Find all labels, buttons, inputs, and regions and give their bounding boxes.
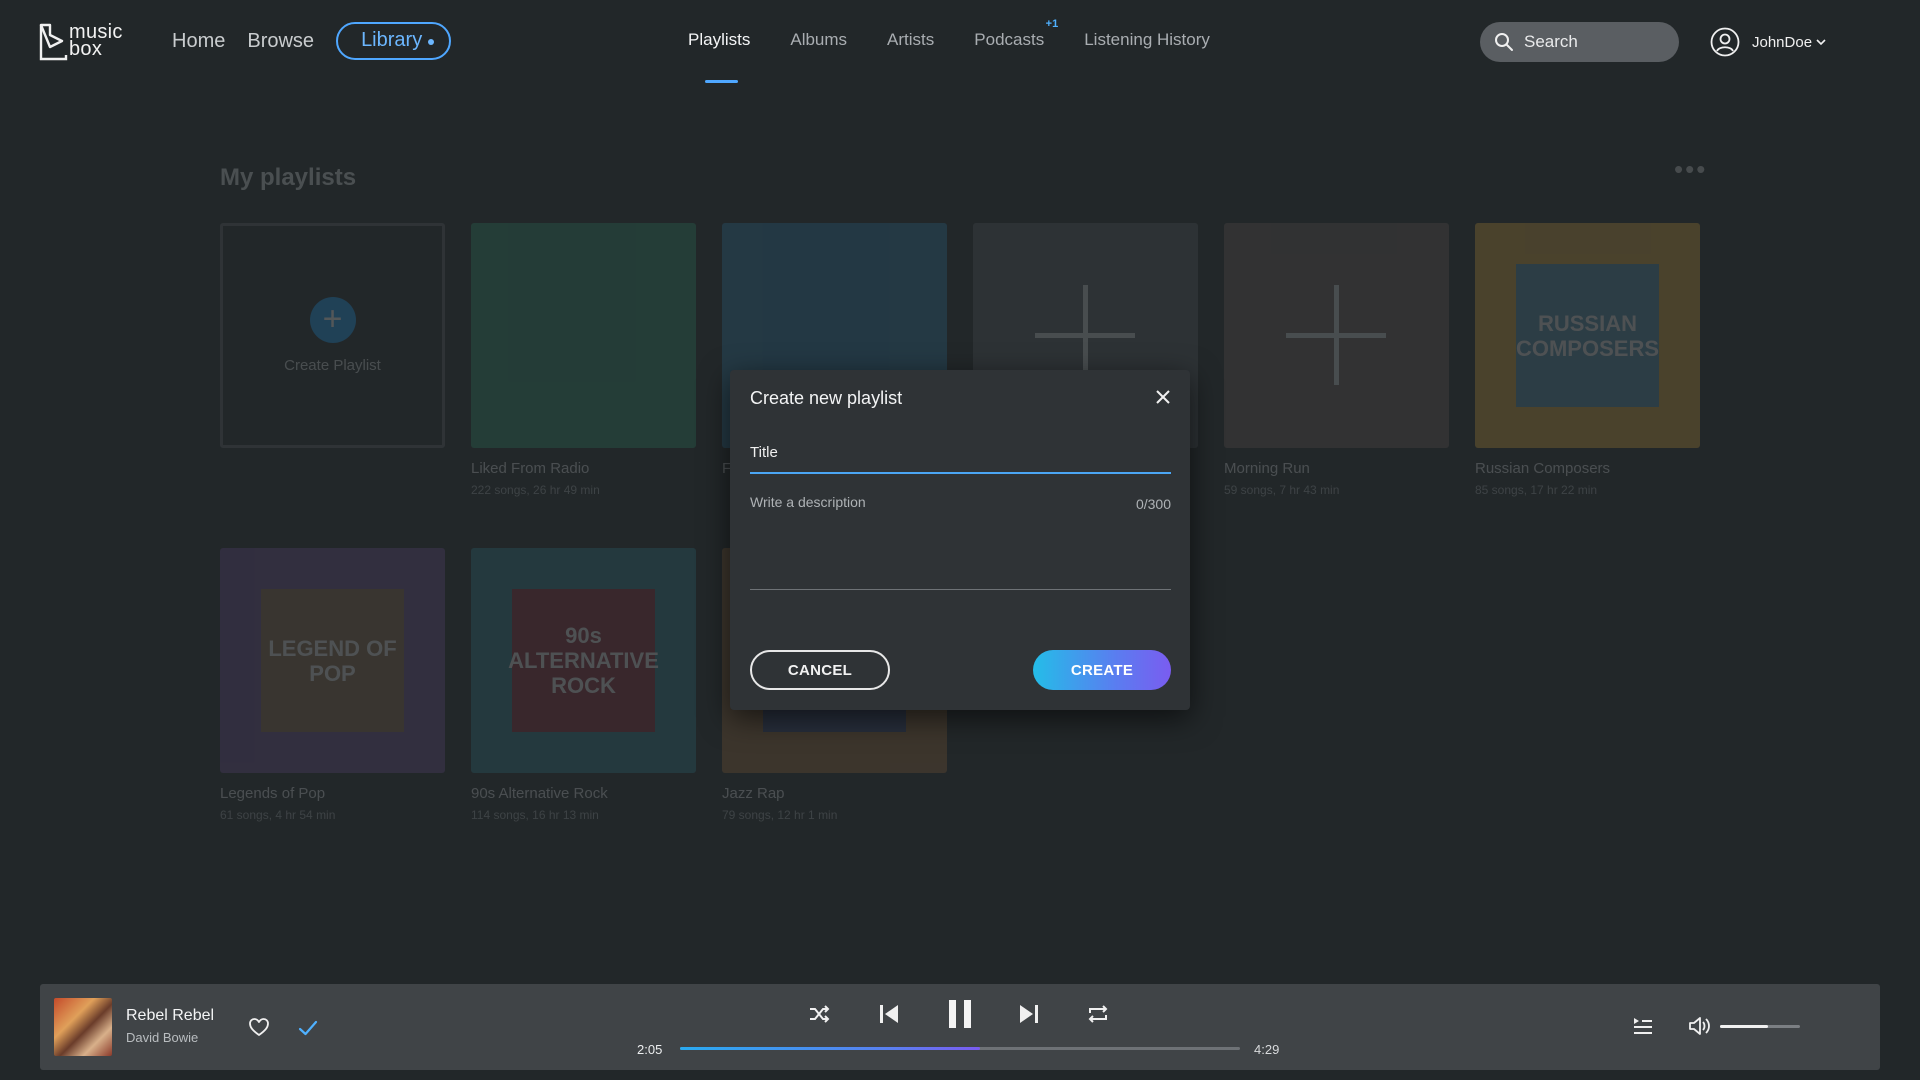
queue-icon[interactable] [1632,1016,1654,1036]
playlist-cover-cross-horizontal [1286,333,1386,338]
main-nav: Home Browse Library [172,22,452,60]
playlist-card[interactable]: Morning Run 59 songs, 7 hr 43 min [1224,223,1449,497]
tab-playlists[interactable]: Playlists [688,30,750,83]
description-field-container: 0/300 [750,494,1171,590]
search-box[interactable]: Search [1480,22,1679,62]
nav-library[interactable]: Library [336,22,452,60]
create-playlist-label: Create Playlist [284,357,381,374]
chevron-down-icon [1816,39,1826,46]
playlist-meta: 85 songs, 17 hr 22 min [1475,483,1598,497]
player-bar: Rebel Rebel David Bowie 2:05 4:29 [40,984,1880,1070]
playlist-card[interactable]: Liked From Radio 222 songs, 26 hr 49 min [471,223,696,497]
create-button[interactable]: CREATE [1033,650,1171,690]
tab-podcasts[interactable]: Podcasts +1 [974,18,1058,50]
heart-icon[interactable] [248,1016,270,1038]
section-title: My playlists [220,164,357,191]
volume-icon[interactable] [1688,1015,1712,1037]
top-bar: music box Home Browse Library Playlists … [0,0,1920,84]
user-name: JohnDoe [1752,33,1813,51]
library-tabs: Playlists Albums Artists Podcasts +1 Lis… [688,18,1250,83]
playlist-meta: 59 songs, 7 hr 43 min [1224,483,1340,497]
playlist-name: Russian Composers [1475,460,1611,477]
search-icon [1495,33,1513,51]
nav-home[interactable]: Home [172,30,225,53]
playlist-meta: 79 songs, 12 hr 1 min [722,808,838,822]
description-char-count: 0/300 [1135,496,1171,512]
library-active-dot [428,38,435,45]
playlist-name: Morning Run [1224,460,1310,477]
volume-slider[interactable] [1720,1025,1800,1028]
plus-icon: + [309,297,356,343]
tab-artists[interactable]: Artists [887,30,934,50]
playlist-cover: 90s ALTERNATIVE ROCK [471,548,696,773]
playlist-name: Liked From Radio [471,460,590,477]
playlist-description-input[interactable] [750,494,1110,574]
podcasts-badge: +1 [1045,18,1059,30]
playlist-meta: 114 songs, 16 hr 13 min [471,808,599,822]
track-title[interactable]: Rebel Rebel [126,1007,214,1025]
user-menu[interactable]: JohnDoe [1710,27,1827,57]
playlist-card[interactable]: RUSSIAN COMPOSERS Russian Composers 85 s… [1475,223,1700,497]
musicbox-logo[interactable]: music box [38,20,134,64]
elapsed-time: 2:05 [637,1042,663,1057]
volume-fill [1720,1025,1768,1028]
search-label: Search [1524,32,1578,51]
track-artist[interactable]: David Bowie [126,1030,198,1045]
tab-listening-history[interactable]: Listening History [1084,30,1210,50]
playlist-cover [1224,223,1449,448]
playlist-cover: RUSSIAN COMPOSERS [1475,223,1700,448]
create-playlist-tile: + Create Playlist [220,223,445,448]
tab-podcasts-label: Podcasts [974,30,1045,49]
user-avatar-icon [1710,27,1740,57]
nav-browse[interactable]: Browse [247,30,314,53]
tab-albums[interactable]: Albums [790,30,847,50]
playlist-title-input[interactable] [750,438,1171,466]
playlist-cover: LEGEND OF POP [220,548,445,773]
musicbox-logo-icon [39,23,68,61]
album-art[interactable] [54,998,112,1056]
dialog-title: Create new playlist [750,388,903,408]
create-playlist-card[interactable]: + Create Playlist [220,223,445,448]
repeat-icon[interactable] [1086,1003,1110,1025]
title-field-container [750,438,1171,474]
playlist-meta: 222 songs, 26 hr 49 min [471,483,600,497]
playlist-card[interactable]: LEGEND OF POP Legends of Pop 61 songs, 4… [220,548,445,822]
nav-library-label: Library [361,29,423,51]
playlist-cover-text: RUSSIAN COMPOSERS [1516,264,1659,407]
shuffle-icon[interactable] [808,1003,830,1025]
playlist-cover-text: LEGEND OF POP [261,589,404,732]
playlist-meta: 61 songs, 4 hr 54 min [220,808,336,822]
total-time: 4:29 [1254,1042,1280,1057]
check-icon[interactable] [297,1017,319,1039]
logo-wordmark: music box [69,20,123,60]
more-options-icon[interactable]: ••• [1674,154,1707,185]
playlist-name: Legends of Pop [220,785,326,802]
playlist-card[interactable]: 90s ALTERNATIVE ROCK 90s Alternative Roc… [471,548,696,822]
playlist-name: Jazz Rap [722,785,785,802]
playlist-cover-cross-horizontal [1035,333,1135,338]
playlist-name: 90s Alternative Rock [471,785,608,802]
close-icon[interactable] [1154,388,1172,406]
playlist-cover-text: 90s ALTERNATIVE ROCK [508,589,659,732]
skip-next-icon[interactable] [1018,1002,1040,1026]
pause-icon[interactable] [946,998,974,1030]
progress-fill [680,1047,980,1050]
progress-bar[interactable] [680,1047,1240,1050]
playlist-cover [471,223,696,448]
skip-previous-icon[interactable] [878,1002,900,1026]
cancel-button[interactable]: CANCEL [750,650,890,690]
create-playlist-dialog: Create new playlist 0/300 CANCEL CREATE [730,370,1190,710]
